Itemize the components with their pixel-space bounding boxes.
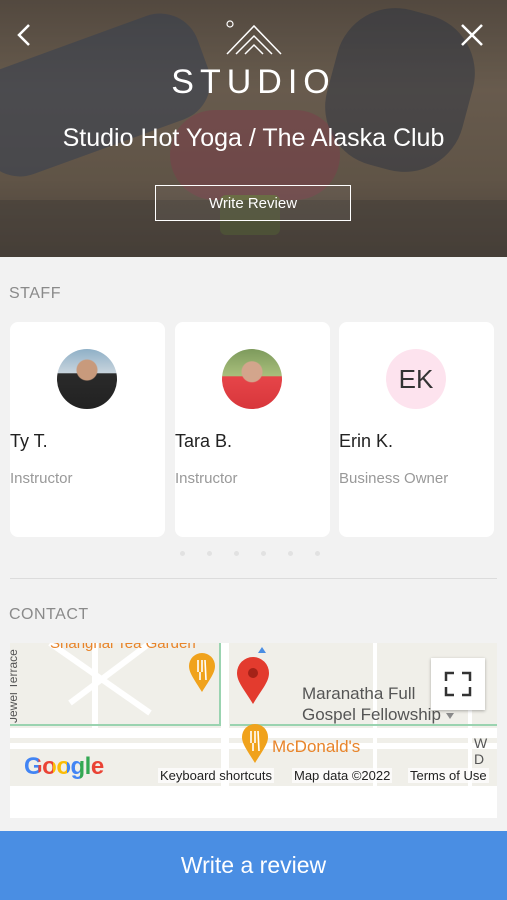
staff-card[interactable] xyxy=(175,322,330,537)
logo-wordmark: STUDIO xyxy=(171,63,336,101)
staff-role: Instructor xyxy=(175,470,238,487)
studio-name-title: Studio Hot Yoga / The Alaska Club xyxy=(62,124,445,152)
avatar-initials: EK xyxy=(386,349,446,409)
contact-card-footer xyxy=(10,786,497,818)
staff-role: Business Owner xyxy=(339,470,449,487)
staff-section-label: STAFF xyxy=(9,285,61,302)
studio-logo: STUDIO xyxy=(0,20,507,102)
location-pin-icon[interactable] xyxy=(236,657,270,705)
avatar xyxy=(57,349,117,409)
mountain-logo-icon xyxy=(225,20,282,55)
map-label-street-right: W D xyxy=(474,735,488,767)
keyboard-shortcuts-link[interactable]: Keyboard shortcuts xyxy=(158,768,275,783)
terms-of-use-link[interactable]: Terms of Use xyxy=(408,768,489,783)
section-divider xyxy=(10,578,497,579)
avatar xyxy=(222,349,282,409)
map-label-street: Jewel Terrace xyxy=(10,649,20,723)
carousel-pagination xyxy=(180,551,320,556)
map-data-attribution: Map data ©2022 xyxy=(292,768,393,783)
location-map[interactable]: Shanghai Tea Garden Jewel Terrace Marana… xyxy=(10,643,497,786)
map-label-church: Maranatha Full Gospel Fellowship xyxy=(302,684,441,724)
map-label-mcdonalds: McDonald's xyxy=(272,737,361,756)
write-review-button[interactable]: Write Review xyxy=(155,185,351,221)
google-logo: Google xyxy=(24,753,104,780)
map-label-restaurant: Shanghai Tea Garden xyxy=(50,643,196,652)
staff-name: Erin K. xyxy=(339,431,394,451)
write-a-review-button[interactable]: Write a review xyxy=(0,831,507,900)
mcdonalds-pin-icon[interactable] xyxy=(241,724,269,764)
staff-card[interactable]: EK xyxy=(339,322,494,537)
staff-name: Tara B. xyxy=(175,431,233,451)
fullscreen-icon xyxy=(444,671,472,697)
fullscreen-button[interactable] xyxy=(431,658,485,710)
restaurant-pin-icon[interactable] xyxy=(188,653,216,693)
staff-name: Ty T. xyxy=(10,431,48,451)
staff-card[interactable] xyxy=(10,322,165,537)
contact-section-label: CONTACT xyxy=(9,606,89,623)
staff-role: Instructor xyxy=(10,470,73,487)
staff-carousel[interactable]: EK xyxy=(10,322,497,537)
